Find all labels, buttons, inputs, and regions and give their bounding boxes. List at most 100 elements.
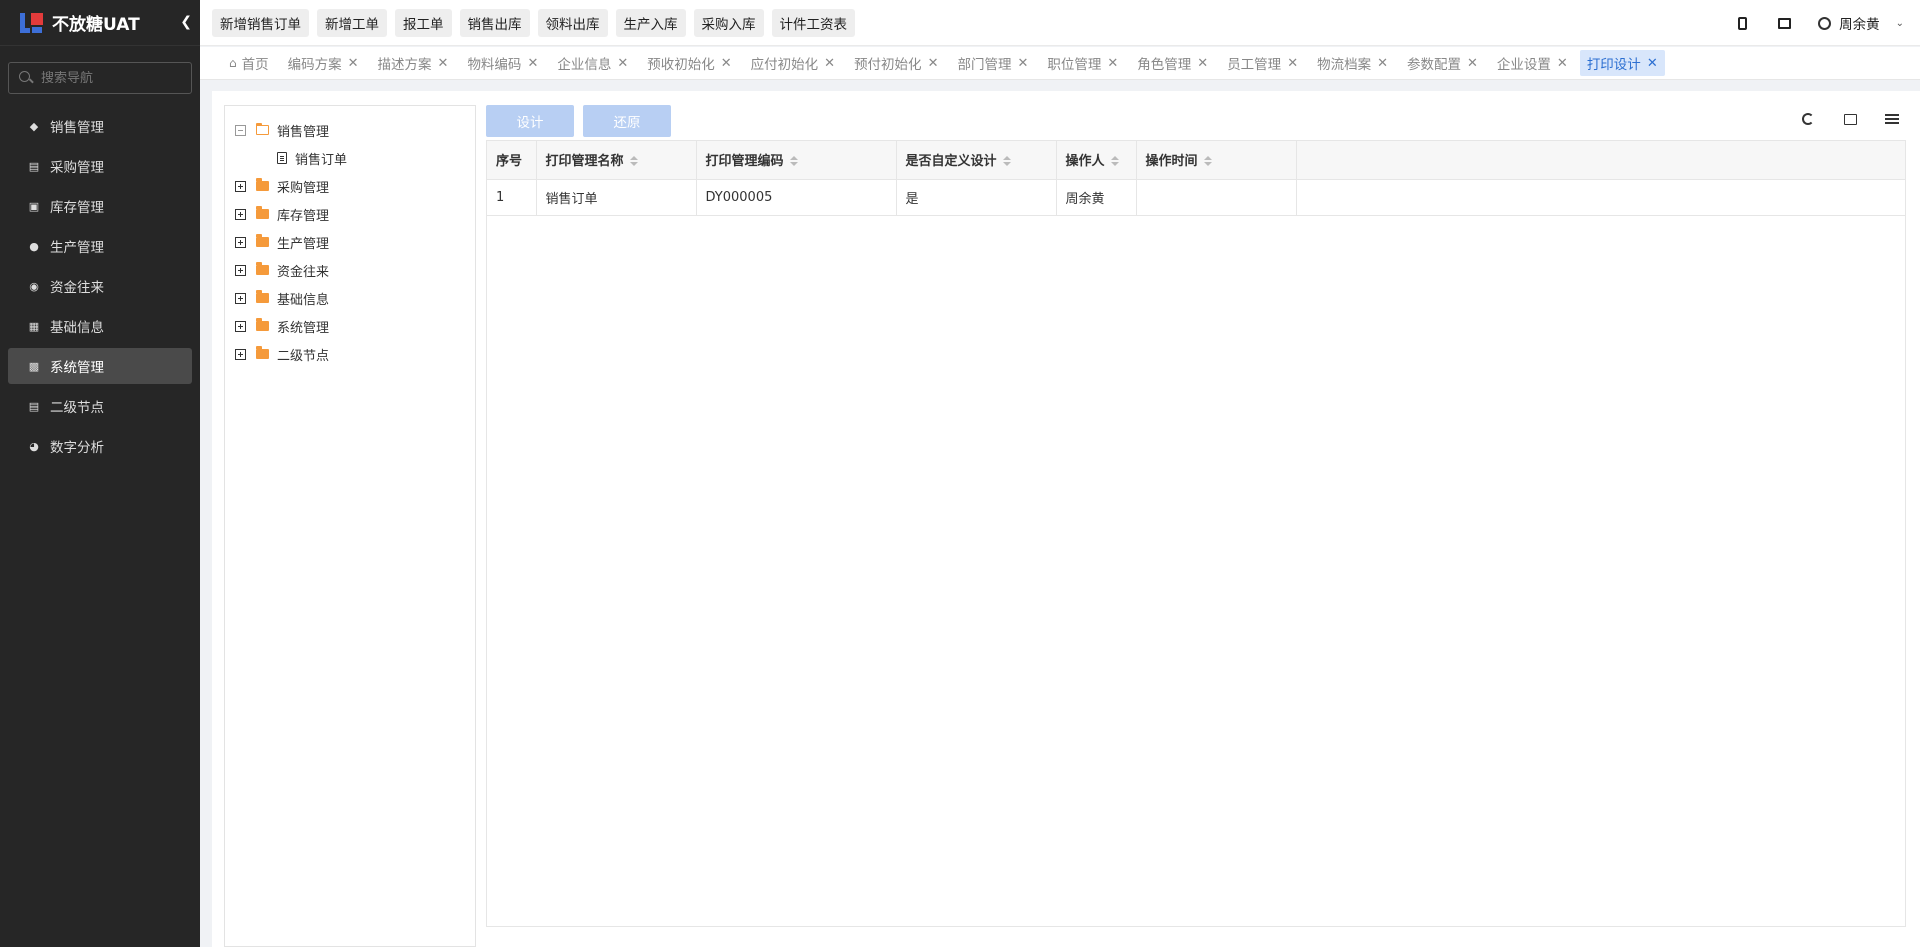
tab-print-design[interactable]: 打印设计 ✕: [1579, 50, 1665, 76]
expand-icon[interactable]: [235, 292, 246, 304]
col-header-operation-time[interactable]: 操作时间: [1136, 141, 1297, 180]
tree-node-sales-order[interactable]: 销售订单: [225, 144, 475, 172]
tab-description-scheme[interactable]: 描述方案 ✕: [371, 50, 456, 76]
sidebar-item-label: 系统管理: [50, 360, 104, 376]
close-icon[interactable]: ✕: [438, 56, 449, 71]
tab-prepayment-init[interactable]: 预付初始化 ✕: [847, 50, 945, 76]
expand-icon[interactable]: [235, 208, 246, 220]
close-icon[interactable]: ✕: [824, 56, 835, 71]
close-icon[interactable]: ✕: [1017, 56, 1028, 71]
sidebar-item-analytics[interactable]: ◕ 数字分析: [8, 428, 192, 464]
tab-coding-scheme[interactable]: 编码方案 ✕: [281, 50, 366, 76]
close-icon[interactable]: ✕: [1557, 56, 1568, 71]
close-icon[interactable]: ✕: [1287, 56, 1298, 71]
sidebar-item-production[interactable]: ● 生产管理: [8, 228, 192, 264]
expand-icon[interactable]: [235, 264, 246, 276]
tab-department[interactable]: 部门管理 ✕: [950, 50, 1035, 76]
folder-icon: [256, 206, 269, 219]
quick-new-sales-order-button[interactable]: 新增销售订单: [212, 8, 309, 37]
cell-filler: [1296, 179, 1905, 216]
sidebar-item-system[interactable]: ▩ 系统管理: [8, 348, 192, 384]
col-header-operator[interactable]: 操作人: [1056, 141, 1137, 180]
collapse-icon[interactable]: [235, 124, 246, 136]
expand-icon[interactable]: [235, 320, 246, 332]
sidebar-item-secondary-node[interactable]: ▤ 二级节点: [8, 388, 192, 424]
user-name: 周余黄: [1839, 17, 1880, 33]
folder-icon: [256, 290, 269, 303]
tree-node-purchase[interactable]: 采购管理: [225, 172, 475, 200]
chevron-left-icon[interactable]: ❮: [180, 14, 192, 30]
close-icon[interactable]: ✕: [527, 56, 538, 71]
table-row[interactable]: 1 销售订单 DY000005 是 周余黄: [487, 179, 1905, 216]
tab-company-settings[interactable]: 企业设置 ✕: [1490, 50, 1575, 76]
sort-icon[interactable]: [1002, 156, 1011, 167]
expand-icon[interactable]: [235, 236, 246, 248]
quick-purchase-inbound-button[interactable]: 采购入库: [693, 8, 764, 37]
export-icon[interactable]: [1842, 111, 1858, 127]
tab-home[interactable]: ⌂ 首页: [222, 50, 276, 76]
tab-bar: ⌂ 首页 编码方案 ✕ 描述方案 ✕ 物料编码 ✕ 企业信息 ✕ 预收初始化 ✕ 应付初始化…: [200, 47, 1920, 80]
tree-node-system[interactable]: 系统管理: [225, 312, 475, 340]
close-icon[interactable]: ✕: [928, 56, 939, 71]
tab-payable-init[interactable]: 应付初始化 ✕: [744, 50, 842, 76]
close-icon[interactable]: ✕: [617, 56, 628, 71]
expand-icon[interactable]: [235, 348, 246, 360]
sort-icon[interactable]: [1203, 156, 1212, 167]
tab-position[interactable]: 职位管理 ✕: [1040, 50, 1125, 76]
quick-work-report-button[interactable]: 报工单: [395, 8, 452, 37]
tree-node-sales[interactable]: 销售管理: [225, 116, 475, 144]
sidebar-item-finance[interactable]: ◉ 资金往来: [8, 268, 192, 304]
expand-icon[interactable]: [235, 180, 246, 192]
sidebar-item-sales[interactable]: ◆ 销售管理: [8, 108, 192, 144]
tab-company-info[interactable]: 企业信息 ✕: [550, 50, 635, 76]
close-icon[interactable]: ✕: [1377, 56, 1388, 71]
sidebar-item-inventory[interactable]: ▣ 库存管理: [8, 188, 192, 224]
sort-icon[interactable]: [789, 156, 798, 167]
close-icon[interactable]: ✕: [1197, 56, 1208, 71]
quick-material-outbound-button[interactable]: 领料出库: [537, 8, 608, 37]
mobile-icon[interactable]: [1734, 15, 1750, 31]
tab-parameters[interactable]: 参数配置 ✕: [1400, 50, 1485, 76]
close-icon[interactable]: ✕: [1647, 56, 1658, 71]
tab-role[interactable]: 角色管理 ✕: [1130, 50, 1215, 76]
tree-node-basic-info[interactable]: 基础信息: [225, 284, 475, 312]
column-settings-icon[interactable]: [1884, 111, 1900, 127]
folder-icon: [256, 262, 269, 275]
col-header-name[interactable]: 打印管理名称: [536, 141, 697, 180]
tab-material-code[interactable]: 物料编码 ✕: [460, 50, 545, 76]
nav-search-box[interactable]: [8, 62, 192, 94]
nav-search-input[interactable]: [41, 70, 181, 86]
brand-header: 不放糖UAT ❮: [0, 0, 200, 46]
apps-icon: ▩: [28, 359, 40, 373]
close-icon[interactable]: ✕: [721, 56, 732, 71]
col-header-custom-design[interactable]: 是否自定义设计: [896, 141, 1057, 180]
top-bar: 新增销售订单 新增工单 报工单 销售出库 领料出库 生产入库 采购入库 计件工资…: [200, 0, 1920, 46]
design-button[interactable]: 设计: [486, 105, 574, 137]
quick-new-work-order-button[interactable]: 新增工单: [317, 8, 387, 37]
tree-node-finance[interactable]: 资金往来: [225, 256, 475, 284]
sidebar-item-purchase[interactable]: ▤ 采购管理: [8, 148, 192, 184]
close-icon[interactable]: ✕: [1467, 56, 1478, 71]
sidebar-item-basic-info[interactable]: ▦ 基础信息: [8, 308, 192, 344]
quick-sales-outbound-button[interactable]: 销售出库: [459, 8, 530, 37]
close-icon[interactable]: ✕: [1107, 56, 1118, 71]
sort-icon[interactable]: [629, 156, 638, 167]
refresh-icon[interactable]: [1800, 111, 1816, 127]
tab-employee[interactable]: 员工管理 ✕: [1220, 50, 1305, 76]
tab-logistics[interactable]: 物流档案 ✕: [1310, 50, 1395, 76]
col-header-code[interactable]: 打印管理编码: [696, 141, 897, 180]
chevron-down-icon: ⌄: [1895, 17, 1904, 29]
user-menu[interactable]: 周余黄 ⌄: [1818, 13, 1904, 33]
tree-node-production[interactable]: 生产管理: [225, 228, 475, 256]
money-icon: ◉: [29, 279, 39, 293]
tree-node-secondary[interactable]: 二级节点: [225, 340, 475, 368]
grid-toolbar: 设计 还原: [486, 105, 1906, 137]
tab-advance-receipt-init[interactable]: 预收初始化 ✕: [640, 50, 738, 76]
quick-production-inbound-button[interactable]: 生产入库: [615, 8, 686, 37]
tree-node-inventory[interactable]: 库存管理: [225, 200, 475, 228]
quick-piecework-wage-button[interactable]: 计件工资表: [771, 8, 855, 37]
dashboard-icon[interactable]: [1776, 15, 1792, 31]
restore-button[interactable]: 还原: [583, 105, 671, 137]
close-icon[interactable]: ✕: [348, 56, 359, 71]
sort-icon[interactable]: [1110, 156, 1119, 167]
